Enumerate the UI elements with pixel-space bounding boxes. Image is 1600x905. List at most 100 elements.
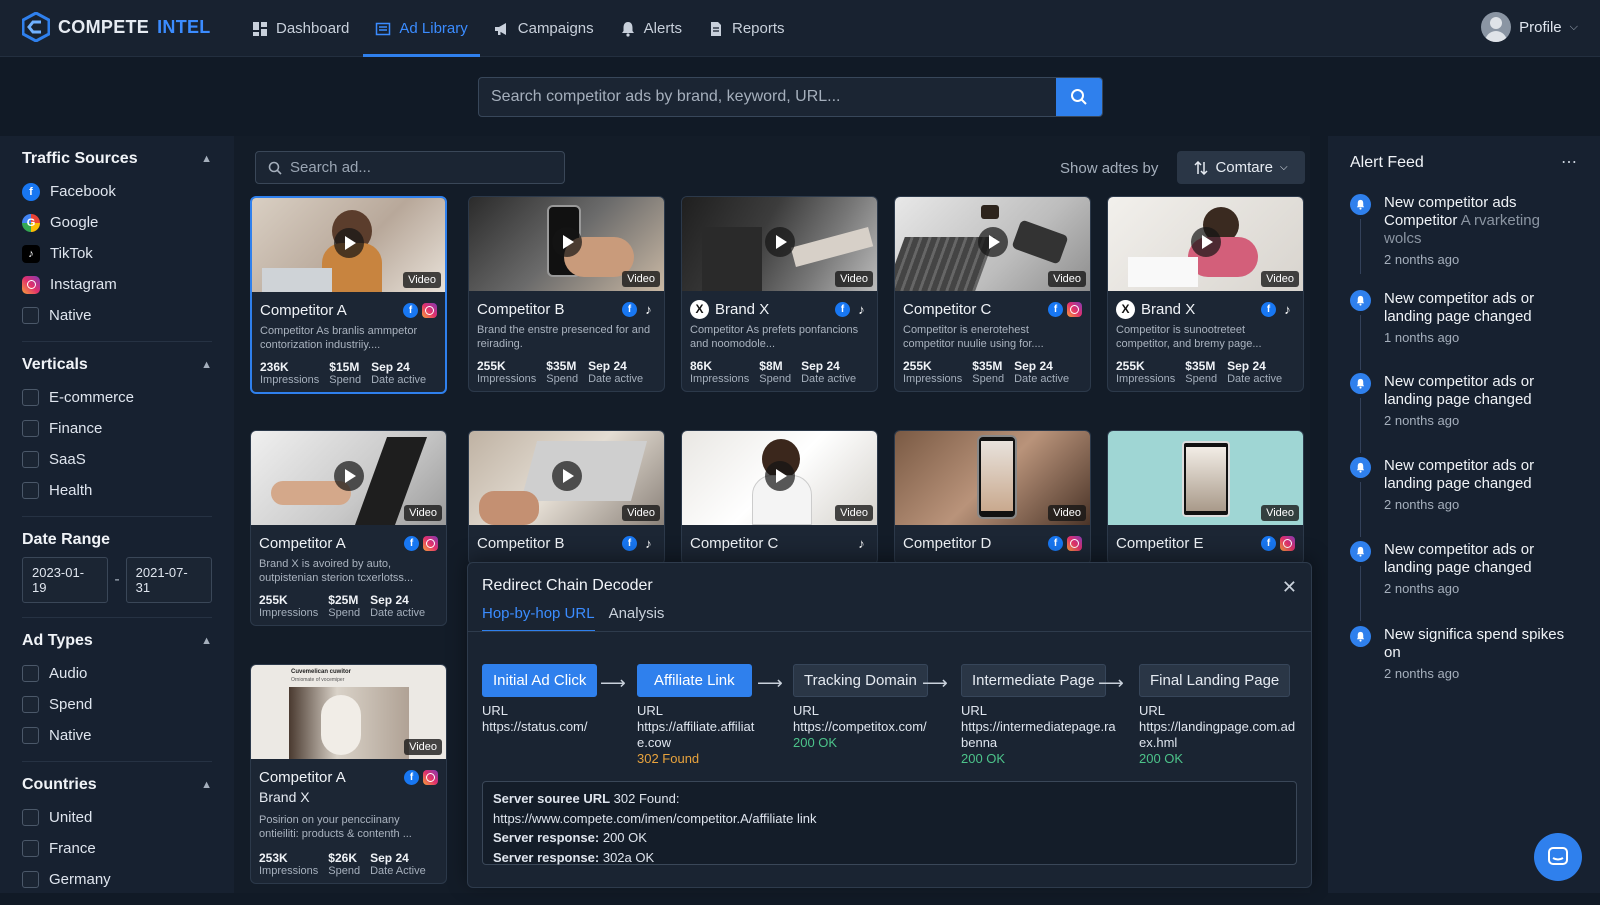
- country-france[interactable]: France: [22, 833, 212, 864]
- vertical-health[interactable]: Health: [22, 475, 212, 506]
- checkbox[interactable]: [22, 727, 39, 744]
- tab-hop-by-hop[interactable]: Hop-by-hop URL: [482, 605, 595, 632]
- ad-thumbnail[interactable]: Video: [895, 197, 1090, 291]
- traffic-sources-header[interactable]: Traffic Sources ▲: [22, 150, 212, 168]
- play-icon[interactable]: [1190, 227, 1221, 257]
- hop-url: https://status.com/: [482, 719, 588, 734]
- source-native-label: Native: [49, 307, 92, 324]
- ad-thumbnail[interactable]: Video: [252, 198, 445, 292]
- source-instagram[interactable]: Instagram: [22, 269, 212, 300]
- ad-thumbnail[interactable]: Video: [251, 431, 446, 525]
- ad-search-input[interactable]: [290, 159, 550, 176]
- vertical-saas[interactable]: SaaS: [22, 444, 212, 475]
- ad-thumbnail[interactable]: Video: [1108, 197, 1303, 291]
- ad-thumbnail[interactable]: Video: [682, 197, 877, 291]
- ad-card[interactable]: Video Competitor B f ♪ Brand the enstre pr…: [468, 196, 665, 392]
- hop-button[interactable]: Initial Ad Click: [482, 664, 598, 697]
- checkbox[interactable]: [22, 451, 39, 468]
- alert-item[interactable]: New significa spend spikes on 2 nonths a…: [1350, 626, 1580, 681]
- hop-url-label: URL: [1139, 703, 1166, 718]
- spend-value: $25M: [328, 593, 359, 607]
- chat-button[interactable]: [1534, 833, 1582, 881]
- country-united[interactable]: United: [22, 802, 212, 833]
- nav-reports[interactable]: Reports: [696, 0, 797, 57]
- nav-alerts[interactable]: Alerts: [608, 0, 694, 57]
- ad-card[interactable]: Video Competitor C f Competitor is enerot…: [894, 196, 1091, 392]
- date-to-input[interactable]: 2021-07-31: [125, 557, 212, 603]
- play-icon[interactable]: [764, 461, 795, 491]
- search-button[interactable]: [1056, 78, 1102, 116]
- ad-card[interactable]: Video Competitor C ♪: [681, 430, 878, 565]
- checkbox[interactable]: [22, 871, 39, 888]
- ad-card[interactable]: Video Competitor E f: [1107, 430, 1304, 565]
- tab-analysis[interactable]: Analysis: [609, 605, 665, 632]
- hop-button[interactable]: Final Landing Page: [1139, 664, 1291, 697]
- more-options-icon[interactable]: ⋯: [1561, 152, 1578, 172]
- date-from-input[interactable]: 2023-01-19: [22, 557, 109, 603]
- ad-card[interactable]: Video Competitor A f Competitor As branli…: [250, 196, 447, 394]
- bell-icon: [1350, 290, 1371, 311]
- ad-card[interactable]: Video Competitor A f Brand X is avoired b…: [250, 430, 447, 626]
- hop-button[interactable]: Intermediate Page: [961, 664, 1106, 697]
- play-icon[interactable]: [551, 227, 582, 257]
- play-icon[interactable]: [977, 227, 1008, 257]
- checkbox[interactable]: [22, 840, 39, 857]
- ad-thumbnail[interactable]: Video: [1108, 431, 1303, 525]
- adtype-native[interactable]: Native: [22, 720, 212, 751]
- nav-dashboard[interactable]: Dashboard: [240, 0, 361, 57]
- country-germany[interactable]: Germany: [22, 864, 212, 895]
- nav-campaigns[interactable]: Campaigns: [482, 0, 606, 57]
- alert-item[interactable]: New competitor ads or landing page chang…: [1350, 457, 1580, 537]
- date-range-header: Date Range: [22, 531, 212, 549]
- hop-button[interactable]: Affiliate Link: [637, 664, 752, 697]
- vertical-ecommerce[interactable]: E-commerce: [22, 382, 212, 413]
- checkbox[interactable]: [22, 696, 39, 713]
- vertical-finance[interactable]: Finance: [22, 413, 212, 444]
- checkbox[interactable]: [22, 809, 39, 826]
- global-search-input[interactable]: [479, 78, 1049, 116]
- ad-card[interactable]: Video Competitor B f ♪: [468, 430, 665, 565]
- play-icon[interactable]: [551, 461, 582, 491]
- source-native[interactable]: Native: [22, 300, 212, 331]
- checkbox[interactable]: [22, 482, 39, 499]
- ad-thumbnail[interactable]: Cuvemelican cuwitor Orniomate of vocemip…: [251, 665, 446, 759]
- source-tiktok[interactable]: ♪ TikTok: [22, 238, 212, 269]
- ad-card[interactable]: Video Competitor D f: [894, 430, 1091, 565]
- hop-status: 200 OK: [961, 751, 1006, 766]
- alert-item[interactable]: New competitor ads or landing page chang…: [1350, 290, 1580, 370]
- ad-card[interactable]: Video X Brand X f ♪ Competitor is sunootret…: [1107, 196, 1304, 392]
- checkbox[interactable]: [22, 420, 39, 437]
- checkbox[interactable]: [22, 389, 39, 406]
- ad-thumbnail[interactable]: Video: [682, 431, 877, 525]
- adtype-audio[interactable]: Audio: [22, 658, 212, 689]
- countries-header[interactable]: Countries ▲: [22, 776, 212, 794]
- play-icon[interactable]: [764, 227, 795, 257]
- verticals-header[interactable]: Verticals ▲: [22, 356, 212, 374]
- nav-ad-library[interactable]: Ad Library: [363, 0, 481, 57]
- app-logo[interactable]: COMPETE INTEL: [22, 12, 211, 42]
- ad-thumbnail[interactable]: Video: [469, 197, 664, 291]
- sort-dropdown[interactable]: Comtare ⌵: [1177, 151, 1305, 184]
- ad-types-header[interactable]: Ad Types ▲: [22, 632, 212, 650]
- chevron-up-icon: ▲: [201, 779, 212, 791]
- stat-impressions: 255K Impressions: [477, 359, 536, 385]
- alert-item[interactable]: New competitor ads Competitor A rvarketi…: [1350, 194, 1580, 274]
- close-icon[interactable]: ✕: [1282, 577, 1297, 598]
- profile-menu[interactable]: Profile ⌵: [1481, 12, 1578, 42]
- ad-card[interactable]: Cuvemelican cuwitor Orniomate of vocemip…: [250, 664, 447, 884]
- ad-thumbnail[interactable]: Video: [469, 431, 664, 525]
- hop-button[interactable]: Tracking Domain: [793, 664, 928, 697]
- adtype-spend[interactable]: Spend: [22, 689, 212, 720]
- play-icon[interactable]: [333, 228, 364, 258]
- source-facebook[interactable]: f Facebook: [22, 176, 212, 207]
- checkbox[interactable]: [22, 307, 39, 324]
- ad-thumbnail[interactable]: Video: [895, 431, 1090, 525]
- alert-item[interactable]: New competitor ads or landing page chang…: [1350, 541, 1580, 621]
- video-badge: Video: [622, 271, 660, 287]
- ad-card[interactable]: Video X Brand X f ♪ Competitor As prefets p…: [681, 196, 878, 392]
- source-google[interactable]: G Google: [22, 207, 212, 238]
- date-value: Sep 24: [370, 851, 409, 865]
- play-icon[interactable]: [333, 461, 364, 491]
- alert-item[interactable]: New competitor ads or landing page chang…: [1350, 373, 1580, 453]
- checkbox[interactable]: [22, 665, 39, 682]
